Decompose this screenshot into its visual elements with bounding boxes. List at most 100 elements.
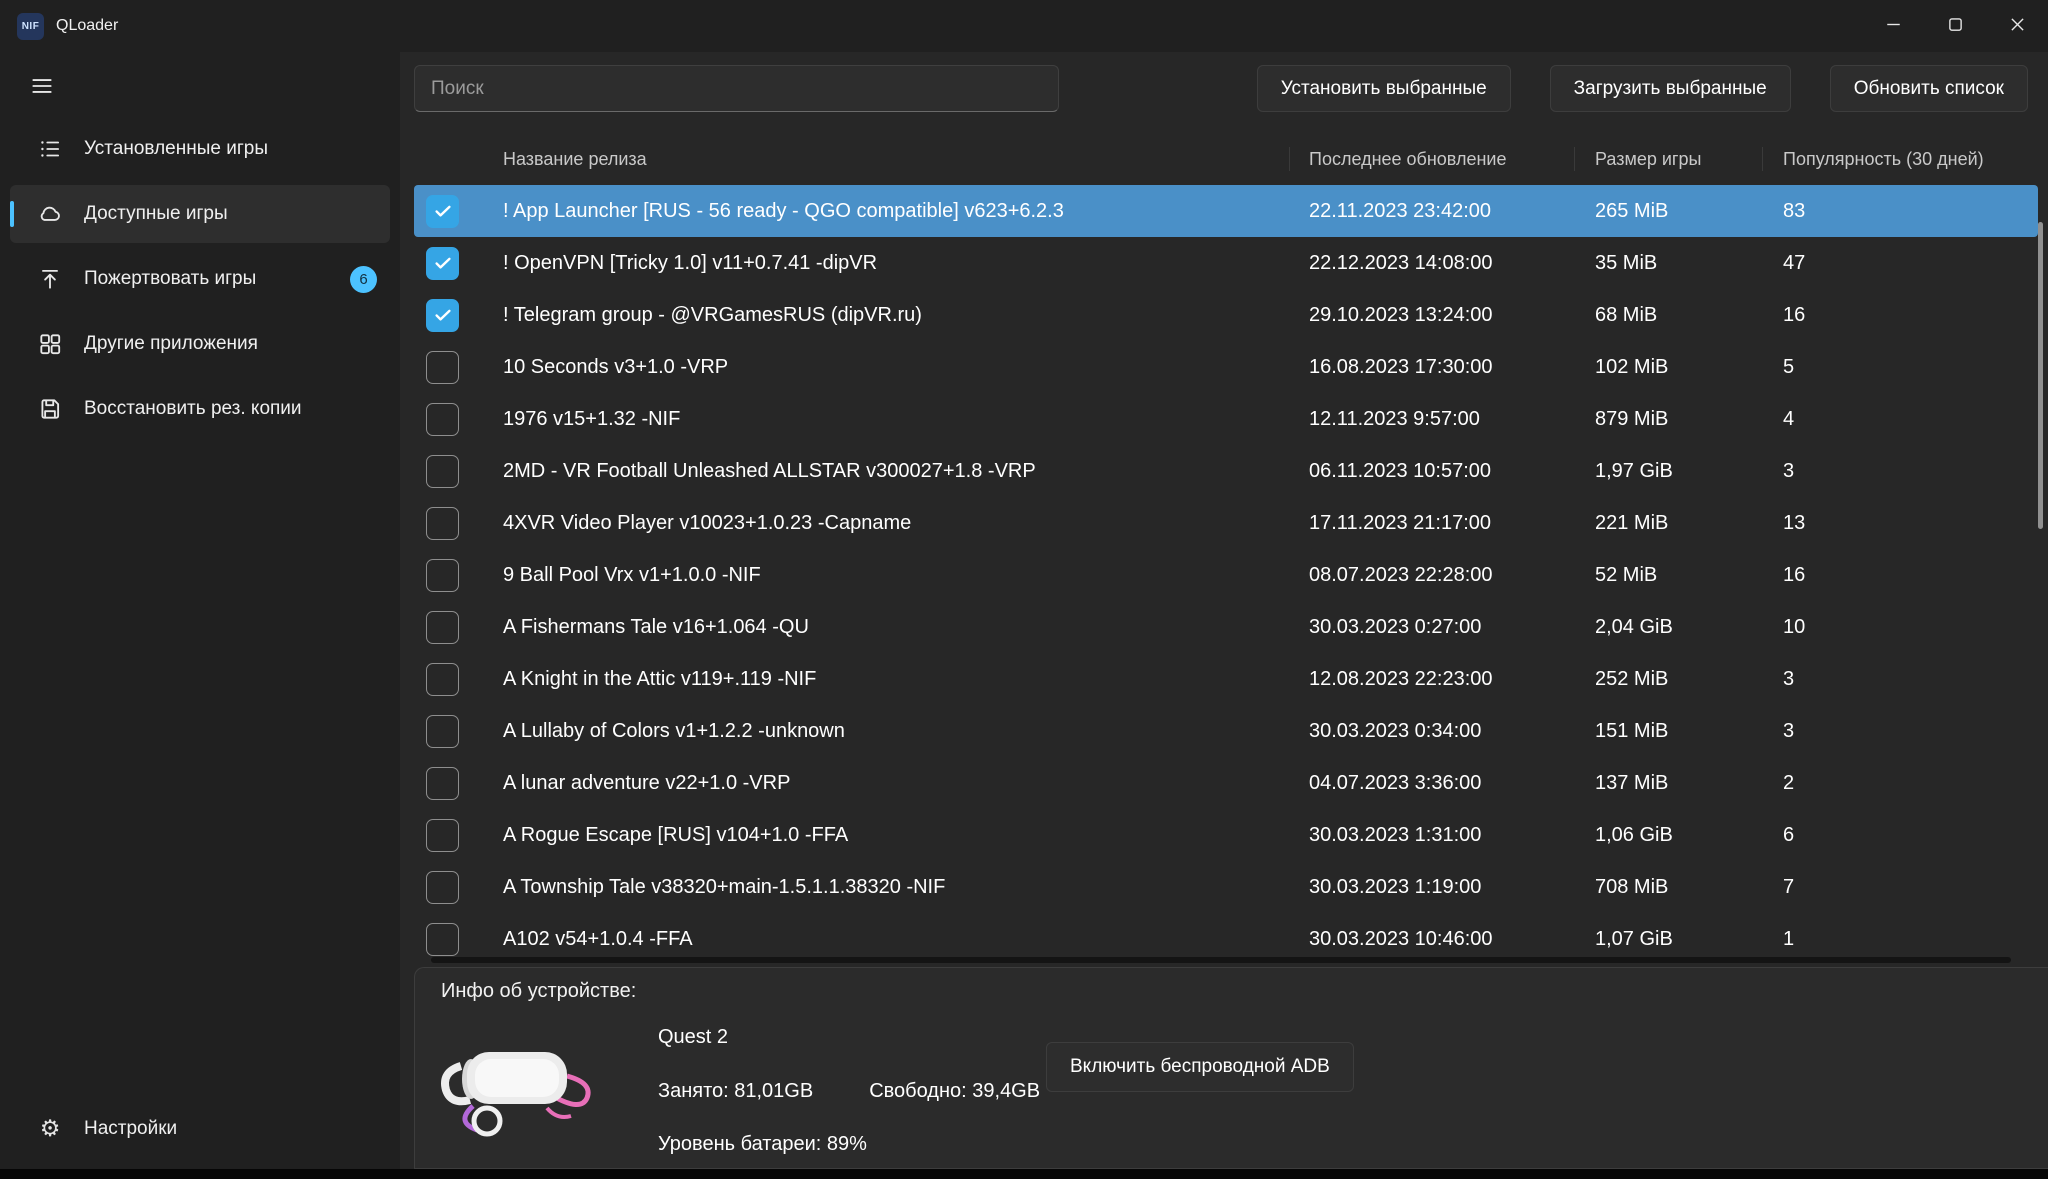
- sidebar-item-other-apps[interactable]: Другие приложения: [10, 315, 390, 373]
- table-row[interactable]: A Lullaby of Colors v1+1.2.2 -unknown 30…: [414, 705, 2038, 757]
- wireless-adb-button[interactable]: Включить беспроводной ADB: [1046, 1042, 1354, 1092]
- release-name: A Township Tale v38320+main-1.5.1.1.3832…: [489, 876, 1289, 899]
- popularity: 3: [1762, 668, 2038, 691]
- table-body: ! App Launcher [RUS - 56 ready - QGO com…: [414, 185, 2038, 965]
- storage-free: Свободно: 39,4GB: [869, 1080, 1040, 1103]
- header-popularity[interactable]: Популярность (30 дней): [1762, 133, 2038, 185]
- row-checkbox[interactable]: [426, 559, 459, 592]
- table-row[interactable]: 9 Ball Pool Vrx v1+1.0.0 -NIF 08.07.2023…: [414, 549, 2038, 601]
- row-checkbox[interactable]: [426, 871, 459, 904]
- game-size: 52 MiB: [1574, 564, 1762, 587]
- row-checkbox[interactable]: [426, 507, 459, 540]
- row-checkbox[interactable]: [426, 767, 459, 800]
- table-row[interactable]: 10 Seconds v3+1.0 -VRP 16.08.2023 17:30:…: [414, 341, 2038, 393]
- table-row[interactable]: 1976 v15+1.32 -NIF 12.11.2023 9:57:00 87…: [414, 393, 2038, 445]
- window-title: QLoader: [56, 17, 118, 35]
- row-checkbox[interactable]: [426, 351, 459, 384]
- device-name: Quest 2: [658, 1026, 728, 1049]
- row-checkbox[interactable]: [426, 923, 459, 956]
- quest2-headset-image: [429, 1022, 607, 1140]
- install-selected-button[interactable]: Установить выбранные: [1257, 65, 1511, 112]
- vertical-scrollbar[interactable]: [2038, 222, 2043, 529]
- list-icon: [37, 136, 63, 162]
- release-name: ! OpenVPN [Tricky 1.0] v11+0.7.41 -dipVR: [489, 252, 1289, 275]
- gear-icon: ⚙: [37, 1118, 63, 1141]
- device-info-panel: Инфо об устройстве: Quest 2 Занято: 81,0…: [414, 967, 2048, 1169]
- game-size: 2,04 GiB: [1574, 616, 1762, 639]
- header-release-name[interactable]: Название релиза: [489, 133, 1289, 185]
- row-checkbox[interactable]: [426, 455, 459, 488]
- donation-count-badge: 6: [350, 266, 377, 293]
- maximize-button[interactable]: [1924, 0, 1986, 52]
- maximize-icon: [1948, 17, 1963, 35]
- game-size: 879 MiB: [1574, 408, 1762, 431]
- release-name: A Lullaby of Colors v1+1.2.2 -unknown: [489, 720, 1289, 743]
- release-name: 9 Ball Pool Vrx v1+1.0.0 -NIF: [489, 564, 1289, 587]
- game-size: 1,06 GiB: [1574, 824, 1762, 847]
- popularity: 1: [1762, 928, 2038, 951]
- table-row[interactable]: ! Telegram group - @VRGamesRUS (dipVR.ru…: [414, 289, 2038, 341]
- sidebar-item-settings[interactable]: ⚙ Настройки: [10, 1103, 390, 1155]
- table-row[interactable]: A lunar adventure v22+1.0 -VRP 04.07.202…: [414, 757, 2038, 809]
- table-row[interactable]: ! OpenVPN [Tricky 1.0] v11+0.7.41 -dipVR…: [414, 237, 2038, 289]
- sidebar-item-available-games[interactable]: Доступные игры: [10, 185, 390, 243]
- cloud-icon: [37, 201, 63, 227]
- selected-indicator: [10, 201, 14, 227]
- last-updated: 30.03.2023 0:34:00: [1289, 720, 1574, 743]
- battery-level: Уровень батареи: 89%: [658, 1133, 867, 1156]
- last-updated: 22.11.2023 23:42:00: [1289, 200, 1574, 223]
- last-updated: 22.12.2023 14:08:00: [1289, 252, 1574, 275]
- table-row[interactable]: A Fishermans Tale v16+1.064 -QU 30.03.20…: [414, 601, 2038, 653]
- minimize-button[interactable]: [1862, 0, 1924, 52]
- popularity: 10: [1762, 616, 2038, 639]
- game-size: 35 MiB: [1574, 252, 1762, 275]
- sidebar-item-restore-backups[interactable]: Восстановить рез. копии: [10, 380, 390, 438]
- sidebar-item-donate-games[interactable]: Пожертвовать игры 6: [10, 250, 390, 308]
- row-checkbox[interactable]: [426, 663, 459, 696]
- main-content: Установить выбранные Загрузить выбранные…: [400, 52, 2048, 1179]
- popularity: 5: [1762, 356, 2038, 379]
- last-updated: 30.03.2023 10:46:00: [1289, 928, 1574, 951]
- row-checkbox[interactable]: [426, 247, 459, 280]
- header-game-size[interactable]: Размер игры: [1574, 133, 1762, 185]
- table-header: Название релиза Последнее обновление Раз…: [414, 133, 2038, 185]
- horizontal-scrollbar[interactable]: [431, 957, 2011, 963]
- last-updated: 30.03.2023 1:31:00: [1289, 824, 1574, 847]
- refresh-list-button[interactable]: Обновить список: [1830, 65, 2028, 112]
- release-name: ! Telegram group - @VRGamesRUS (dipVR.ru…: [489, 304, 1289, 327]
- sidebar: Установленные игры Доступные игры Пожерт…: [0, 52, 400, 1169]
- table-row[interactable]: 4XVR Video Player v10023+1.0.23 -Capname…: [414, 497, 2038, 549]
- close-button[interactable]: [1986, 0, 2048, 52]
- game-size: 137 MiB: [1574, 772, 1762, 795]
- hamburger-menu-button[interactable]: [20, 67, 64, 107]
- game-size: 1,97 GiB: [1574, 460, 1762, 483]
- table-row[interactable]: ! App Launcher [RUS - 56 ready - QGO com…: [414, 185, 2038, 237]
- download-selected-button[interactable]: Загрузить выбранные: [1550, 65, 1791, 112]
- game-size: 252 MiB: [1574, 668, 1762, 691]
- table-row[interactable]: A Knight in the Attic v119+.119 -NIF 12.…: [414, 653, 2038, 705]
- popularity: 16: [1762, 304, 2038, 327]
- row-checkbox[interactable]: [426, 819, 459, 852]
- header-last-updated[interactable]: Последнее обновление: [1289, 133, 1574, 185]
- row-checkbox[interactable]: [426, 715, 459, 748]
- row-checkbox[interactable]: [426, 611, 459, 644]
- last-updated: 30.03.2023 0:27:00: [1289, 616, 1574, 639]
- row-checkbox[interactable]: [426, 195, 459, 228]
- release-name: A Knight in the Attic v119+.119 -NIF: [489, 668, 1289, 691]
- table-row[interactable]: A Township Tale v38320+main-1.5.1.1.3832…: [414, 861, 2038, 913]
- device-panel-title: Инфо об устройстве:: [441, 980, 636, 1003]
- release-name: A lunar adventure v22+1.0 -VRP: [489, 772, 1289, 795]
- table-row[interactable]: 2MD - VR Football Unleashed ALLSTAR v300…: [414, 445, 2038, 497]
- last-updated: 04.07.2023 3:36:00: [1289, 772, 1574, 795]
- row-checkbox[interactable]: [426, 299, 459, 332]
- settings-label: Настройки: [84, 1118, 177, 1140]
- table-row[interactable]: A Rogue Escape [RUS] v104+1.0 -FFA 30.03…: [414, 809, 2038, 861]
- game-size: 102 MiB: [1574, 356, 1762, 379]
- popularity: 3: [1762, 720, 2038, 743]
- row-checkbox[interactable]: [426, 403, 459, 436]
- sidebar-item-installed-games[interactable]: Установленные игры: [10, 120, 390, 178]
- search-input[interactable]: [414, 65, 1059, 112]
- release-name: 10 Seconds v3+1.0 -VRP: [489, 356, 1289, 379]
- popularity: 4: [1762, 408, 2038, 431]
- popularity: 7: [1762, 876, 2038, 899]
